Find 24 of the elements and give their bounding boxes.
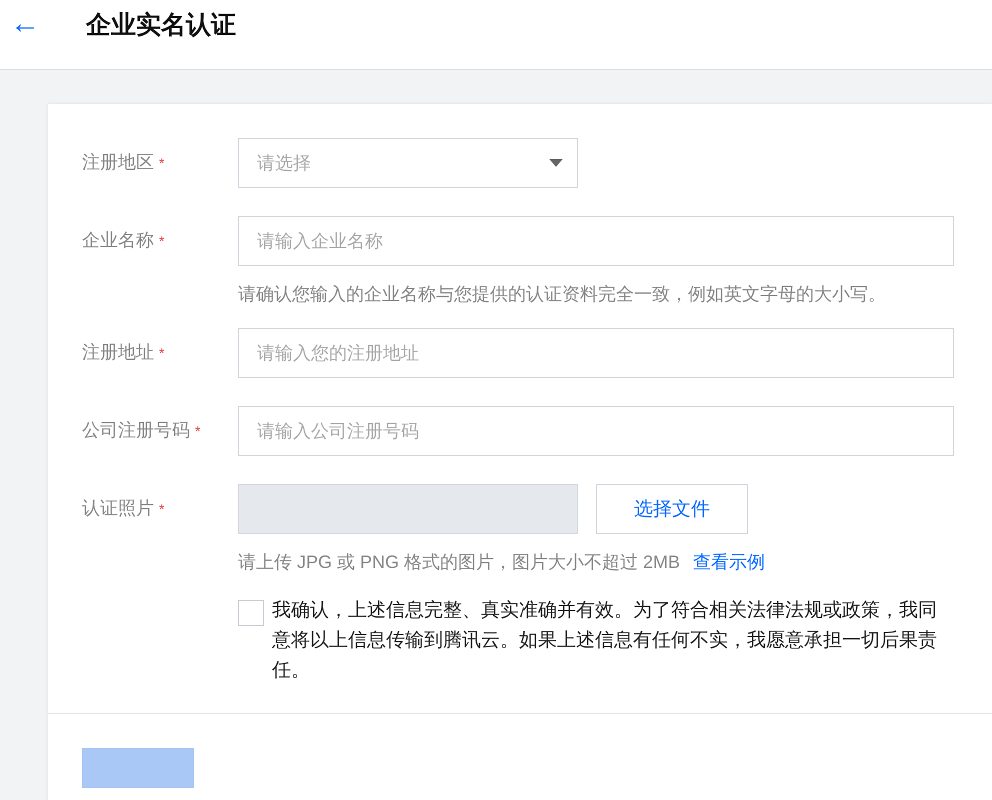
back-button[interactable]: ← xyxy=(10,8,40,38)
hint-text: 请确认您输入的企业名称与您提供的认证资料完全一致，例如英文字母的大小写。 xyxy=(238,284,886,304)
field-label: 注册地区 xyxy=(82,152,154,172)
hint-text: 请上传 JPG 或 PNG 格式的图片，图片大小不超过 2MB xyxy=(238,552,680,572)
field-label: 认证照片 xyxy=(82,498,154,518)
example-link[interactable]: 查看示例 xyxy=(693,552,766,572)
required-mark: * xyxy=(159,233,164,249)
caret-icon xyxy=(549,158,563,168)
page-title: 企业实名认证 xyxy=(86,10,236,41)
input-field[interactable]: 请输入您的注册地址 xyxy=(238,328,954,378)
required-mark: * xyxy=(195,423,200,439)
checkbox[interactable] xyxy=(238,600,264,626)
input-field[interactable]: 请输入企业名称 xyxy=(238,216,954,266)
field-label: 公司注册号码 xyxy=(82,420,190,440)
field-label: 注册地址 xyxy=(82,342,154,362)
choose-file-button[interactable]: 选择文件 xyxy=(596,484,748,534)
required-mark: * xyxy=(159,155,164,171)
region-select[interactable]: 请选择 xyxy=(238,138,578,188)
agreement-text: 我确认，上述信息完整、真实准确并有效。为了符合相关法律法规或政策，我同意将以上信息传输到腾讯云。如果上述信息有任何不实，我愿意承担一切后果责任。 xyxy=(272,599,938,683)
required-mark: * xyxy=(159,345,164,361)
file-name-field[interactable] xyxy=(238,484,578,534)
field-label: 企业名称 xyxy=(82,230,154,250)
required-mark: * xyxy=(159,501,164,517)
input-field[interactable]: 请输入公司注册号码 xyxy=(238,406,954,456)
